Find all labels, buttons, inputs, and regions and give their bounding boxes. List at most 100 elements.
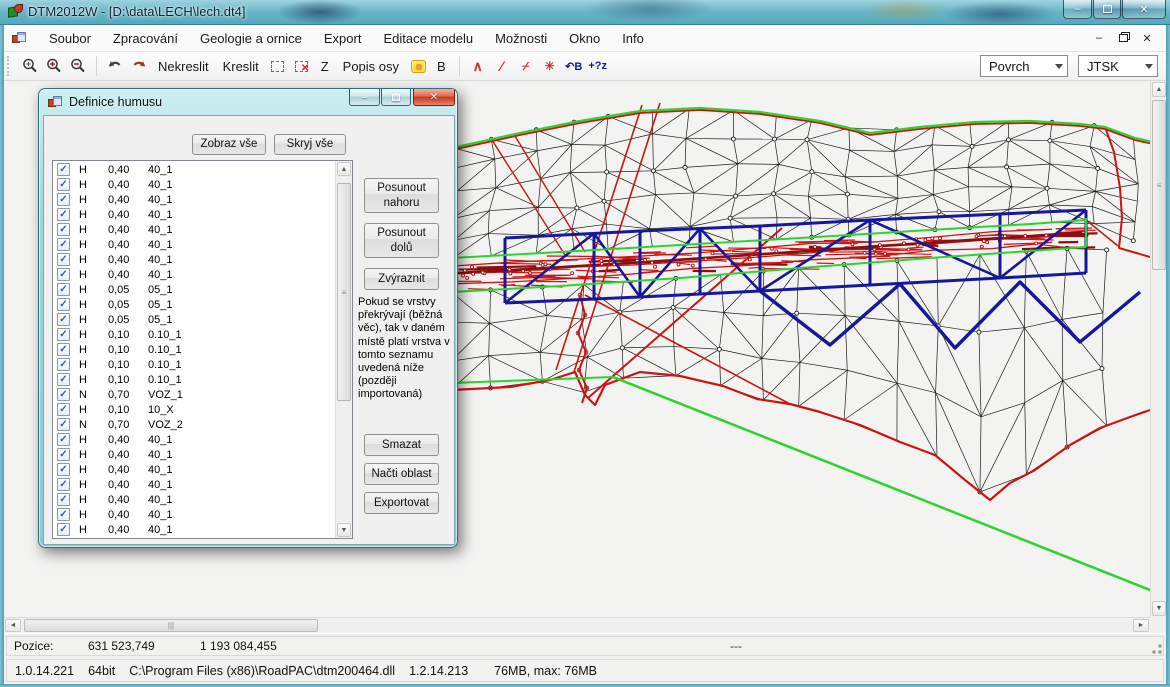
delete-area-icon[interactable]: ✕ [290, 55, 314, 77]
layer-checkbox[interactable]: ✓ [57, 178, 70, 191]
document-icon[interactable] [12, 32, 26, 45]
layer-checkbox[interactable]: ✓ [57, 268, 70, 281]
layer-checkbox[interactable]: ✓ [57, 373, 70, 386]
popis-osy-button[interactable]: Popis osy [336, 57, 406, 76]
layer-checkbox[interactable]: ✓ [57, 313, 70, 326]
z-button[interactable]: Z [314, 57, 336, 76]
menu-item-zpracov-n-[interactable]: Zpracování [102, 25, 189, 51]
layer-row[interactable]: ✓H0,4040_1 [53, 477, 335, 492]
layer-row[interactable]: ✓H0,0505_1 [53, 312, 335, 327]
zoom-in-icon[interactable] [42, 55, 66, 77]
query-z-tool-icon[interactable]: +?z [586, 55, 610, 77]
menu-item-editace-modelu[interactable]: Editace modelu [372, 25, 484, 51]
scroll-right-button[interactable]: ► [1133, 619, 1149, 632]
layer-checkbox[interactable]: ✓ [57, 253, 70, 266]
vscroll-thumb[interactable]: ≡ [1152, 100, 1166, 270]
menu-item-geologie-a-ornice[interactable]: Geologie a ornice [189, 25, 313, 51]
canvas-vscrollbar[interactable]: ▲ ≡ ▼ [1150, 81, 1166, 617]
layer-row[interactable]: ✓N0,70VOZ_2 [53, 417, 335, 432]
kreslit-button[interactable]: Kreslit [216, 57, 266, 76]
undo-icon[interactable] [103, 55, 127, 77]
zoom-window-icon[interactable] [18, 55, 42, 77]
menu-item-info[interactable]: Info [611, 25, 655, 51]
scroll-left-button[interactable]: ◄ [5, 619, 21, 632]
load-area-button[interactable]: Načti oblast [364, 463, 439, 485]
layer-checkbox[interactable]: ✓ [57, 463, 70, 476]
layer-checkbox[interactable]: ✓ [57, 238, 70, 251]
peak-tool-icon[interactable]: ∧ [466, 55, 490, 77]
menu-item-export[interactable]: Export [313, 25, 373, 51]
layer-row[interactable]: ✓H0,4040_1 [53, 432, 335, 447]
layer-row[interactable]: ✓H0,4040_1 [53, 492, 335, 507]
scroll-up-button[interactable]: ▲ [1152, 82, 1166, 97]
layer-checkbox[interactable]: ✓ [57, 328, 70, 341]
b-button[interactable]: B [430, 57, 453, 76]
list-vscrollbar[interactable]: ▲ ≡ ▼ [335, 161, 352, 538]
move-down-button[interactable]: Posunout dolů [364, 223, 439, 258]
menu-item-mo-nosti[interactable]: Možnosti [484, 25, 558, 51]
layer-row[interactable]: ✓H0,0505_1 [53, 282, 335, 297]
mdi-close-button[interactable]: ✕ [1138, 30, 1156, 46]
resize-grip-icon[interactable] [1152, 644, 1162, 654]
nekreslit-button[interactable]: Nekreslit [151, 57, 216, 76]
scroll-up-button[interactable]: ▲ [337, 162, 351, 176]
layer-row[interactable]: ✓H0,0505_1 [53, 297, 335, 312]
export-button[interactable]: Exportovat [364, 492, 439, 514]
surface-select[interactable]: Povrch [980, 55, 1068, 77]
menu-item-okno[interactable]: Okno [558, 25, 611, 51]
layer-row[interactable]: ✓H0,100.10_1 [53, 372, 335, 387]
layer-row[interactable]: ✓H0,4040_1 [53, 267, 335, 282]
dialog-maximize-button[interactable] [381, 89, 411, 106]
layer-row[interactable]: ✓N0,70VOZ_1 [53, 387, 335, 402]
layer-checkbox[interactable]: ✓ [57, 493, 70, 506]
zoom-out-icon[interactable] [66, 55, 90, 77]
layer-row[interactable]: ✓H0,4040_1 [53, 162, 335, 177]
mdi-restore-button[interactable] [1114, 30, 1132, 46]
dialog-titlebar[interactable]: Definice humusu – ✕ [39, 89, 457, 115]
cross-line-tool-icon[interactable]: ⌿ [514, 55, 538, 77]
scroll-down-button[interactable]: ▼ [1152, 601, 1166, 616]
highlight-button[interactable]: Zvýraznit [364, 268, 439, 290]
scroll-down-button[interactable]: ▼ [337, 523, 351, 537]
layer-checkbox[interactable]: ✓ [57, 478, 70, 491]
toolbar-grip[interactable] [7, 56, 12, 76]
mdi-minimize-button[interactable]: – [1090, 30, 1108, 46]
layer-checkbox[interactable]: ✓ [57, 283, 70, 296]
rotate-b-tool-icon[interactable]: ↶B [562, 55, 586, 77]
layer-row[interactable]: ✓H0,4040_1 [53, 522, 335, 537]
minimize-button[interactable]: – [1063, 0, 1092, 19]
slope-tool-icon[interactable]: ∕ [490, 55, 514, 77]
select-area-icon[interactable] [266, 55, 290, 77]
dialog-close-button[interactable]: ✕ [413, 89, 455, 106]
layer-checkbox[interactable]: ✓ [57, 298, 70, 311]
layer-row[interactable]: ✓H0,100.10_1 [53, 342, 335, 357]
redo-icon[interactable] [127, 55, 151, 77]
layer-checkbox[interactable]: ✓ [57, 343, 70, 356]
layer-checkbox[interactable]: ✓ [57, 163, 70, 176]
layer-row[interactable]: ✓H0,4040_1 [53, 252, 335, 267]
hide-all-button[interactable]: Skryj vše [274, 134, 346, 155]
layer-checkbox[interactable]: ✓ [57, 508, 70, 521]
layer-listbox[interactable]: ✓H0,4040_1✓H0,4040_1✓H0,4040_1✓H0,4040_1… [52, 160, 353, 539]
layer-checkbox[interactable]: ✓ [57, 433, 70, 446]
layer-row[interactable]: ✓H0,1010_X [53, 402, 335, 417]
layer-row[interactable]: ✓H0,4040_1 [53, 177, 335, 192]
layer-checkbox[interactable]: ✓ [57, 208, 70, 221]
layer-checkbox[interactable]: ✓ [57, 418, 70, 431]
delete-button[interactable]: Smazat [364, 434, 439, 456]
move-up-button[interactable]: Posunout nahoru [364, 178, 439, 213]
list-scroll-thumb[interactable]: ≡ [337, 183, 351, 401]
highlight-area-icon[interactable] [406, 55, 430, 77]
canvas-hscrollbar[interactable]: ◄ ||| ► [4, 617, 1150, 633]
layer-checkbox[interactable]: ✓ [57, 388, 70, 401]
show-all-button[interactable]: Zobraz vše [192, 134, 266, 155]
layer-checkbox[interactable]: ✓ [57, 448, 70, 461]
menu-item-soubor[interactable]: Soubor [38, 25, 102, 51]
dialog-minimize-button[interactable]: – [349, 89, 380, 106]
layer-row[interactable]: ✓H0,4040_1 [53, 447, 335, 462]
layer-row[interactable]: ✓H0,4040_1 [53, 462, 335, 477]
layer-checkbox[interactable]: ✓ [57, 403, 70, 416]
layer-row[interactable]: ✓H0,4040_1 [53, 222, 335, 237]
layer-row[interactable]: ✓H0,4040_1 [53, 192, 335, 207]
layer-row[interactable]: ✓H0,100.10_1 [53, 327, 335, 342]
